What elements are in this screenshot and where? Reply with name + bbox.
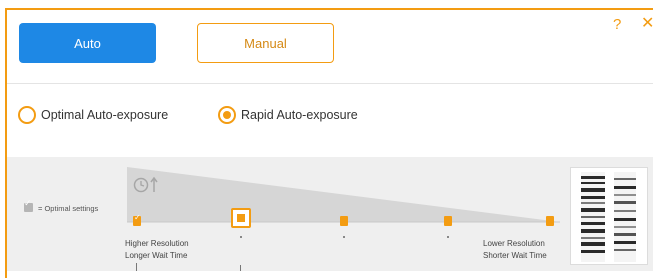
tick-mark bbox=[447, 236, 449, 238]
higher-resolution-label: Higher Resolution Longer Wait Time bbox=[125, 238, 189, 262]
slider-position-1-optimal[interactable] bbox=[133, 213, 141, 226]
optimal-settings-legend: = Optimal settings bbox=[38, 204, 99, 213]
clock-up-icon bbox=[133, 176, 158, 193]
wedge-shape bbox=[127, 167, 560, 222]
slider-position-5[interactable] bbox=[546, 216, 554, 226]
gel-lanes-image bbox=[581, 172, 636, 262]
lower-resolution-line: Lower Resolution bbox=[483, 239, 545, 248]
optimal-check-icon bbox=[24, 198, 33, 212]
pointer-line bbox=[240, 265, 241, 271]
shorter-wait-line: Shorter Wait Time bbox=[483, 251, 547, 260]
resolution-wedge bbox=[127, 167, 560, 223]
slider-position-4[interactable] bbox=[444, 216, 452, 226]
longer-wait-line: Longer Wait Time bbox=[125, 251, 188, 260]
gel-image-preview bbox=[570, 167, 648, 265]
tick-mark bbox=[343, 236, 345, 238]
slider-position-2-selected[interactable] bbox=[231, 208, 251, 228]
pointer-line bbox=[136, 263, 137, 271]
lower-resolution-label: Lower Resolution Shorter Wait Time bbox=[483, 238, 547, 262]
tick-mark bbox=[240, 236, 242, 238]
slider-position-3[interactable] bbox=[340, 216, 348, 226]
higher-resolution-line: Higher Resolution bbox=[125, 239, 189, 248]
